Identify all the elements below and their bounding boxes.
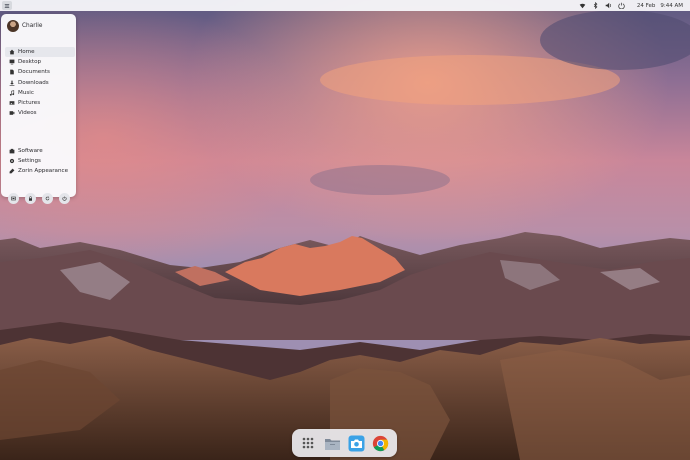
bluetooth-icon[interactable]: [592, 2, 599, 9]
place-desktop[interactable]: Desktop: [5, 57, 75, 67]
lock-button[interactable]: [25, 193, 36, 204]
wifi-icon[interactable]: [579, 2, 586, 9]
place-pictures[interactable]: Pictures: [5, 98, 75, 108]
files-button[interactable]: [323, 434, 341, 452]
tool-label: Zorin Appearance: [18, 168, 69, 175]
place-documents[interactable]: Documents: [5, 67, 75, 77]
home-icon: [9, 49, 15, 55]
place-label: Desktop: [18, 59, 42, 66]
software-icon: [9, 148, 15, 154]
tool-label: Settings: [18, 158, 41, 165]
place-label: Music: [18, 89, 34, 96]
restart-button[interactable]: [42, 193, 53, 204]
lock-icon: [29, 196, 32, 201]
chrome-button[interactable]: [372, 434, 390, 452]
user-entry[interactable]: Charlie: [7, 20, 42, 32]
restart-icon: [45, 196, 50, 201]
camera-icon: [348, 435, 365, 451]
tools-list: Software Settings Zorin Appearance: [5, 146, 75, 177]
app-grid-button[interactable]: [299, 434, 317, 452]
clock[interactable]: 24 Feb 9:44 AM: [637, 3, 683, 9]
place-home[interactable]: Home: [5, 47, 75, 58]
screenshot-icon: [11, 196, 16, 201]
zorin-menu-button[interactable]: [2, 1, 12, 10]
settings-icon: [9, 158, 15, 164]
volume-icon[interactable]: [605, 2, 612, 9]
desktop-wallpaper: [0, 0, 690, 460]
document-icon: [9, 69, 15, 75]
pictures-icon: [9, 100, 15, 106]
date-label: 24 Feb: [636, 2, 656, 9]
dock: [292, 429, 397, 457]
desktop-icon: [9, 59, 15, 65]
screenshot-button[interactable]: [8, 193, 19, 204]
files-icon: [324, 438, 340, 450]
power-off-button[interactable]: [59, 193, 70, 204]
power-icon: [62, 196, 67, 201]
start-menu: Charlie Home Desktop Documents Downloads: [1, 14, 76, 204]
place-label: Home: [18, 49, 35, 56]
tool-label: Software: [18, 148, 43, 155]
video-icon: [9, 110, 15, 116]
power-row: [8, 193, 70, 204]
zorin-logo-icon: [4, 3, 10, 8]
tool-software[interactable]: Software: [5, 146, 75, 156]
appearance-icon: [9, 168, 15, 174]
music-icon: [9, 90, 15, 96]
tool-zorin-appearance[interactable]: Zorin Appearance: [5, 166, 75, 176]
tool-settings[interactable]: Settings: [5, 156, 75, 166]
place-label: Videos: [18, 110, 37, 117]
place-label: Documents: [18, 69, 50, 76]
places-list: Home Desktop Documents Downloads Music P…: [5, 47, 75, 118]
place-downloads[interactable]: Downloads: [5, 78, 75, 88]
chrome-icon: [373, 435, 389, 451]
avatar: [7, 20, 19, 32]
app-grid-icon: [302, 437, 314, 449]
place-videos[interactable]: Videos: [5, 108, 75, 118]
user-name: Charlie: [22, 23, 43, 29]
time-label: 9:44 AM: [660, 2, 683, 9]
place-label: Pictures: [18, 100, 41, 107]
download-icon: [9, 80, 15, 86]
place-label: Downloads: [18, 79, 49, 86]
system-tray[interactable]: 24 Feb 9:44 AM: [579, 2, 683, 9]
top-panel: 24 Feb 9:44 AM: [0, 0, 690, 11]
place-music[interactable]: Music: [5, 88, 75, 98]
camera-button[interactable]: [348, 434, 366, 452]
power-icon[interactable]: [618, 2, 625, 9]
